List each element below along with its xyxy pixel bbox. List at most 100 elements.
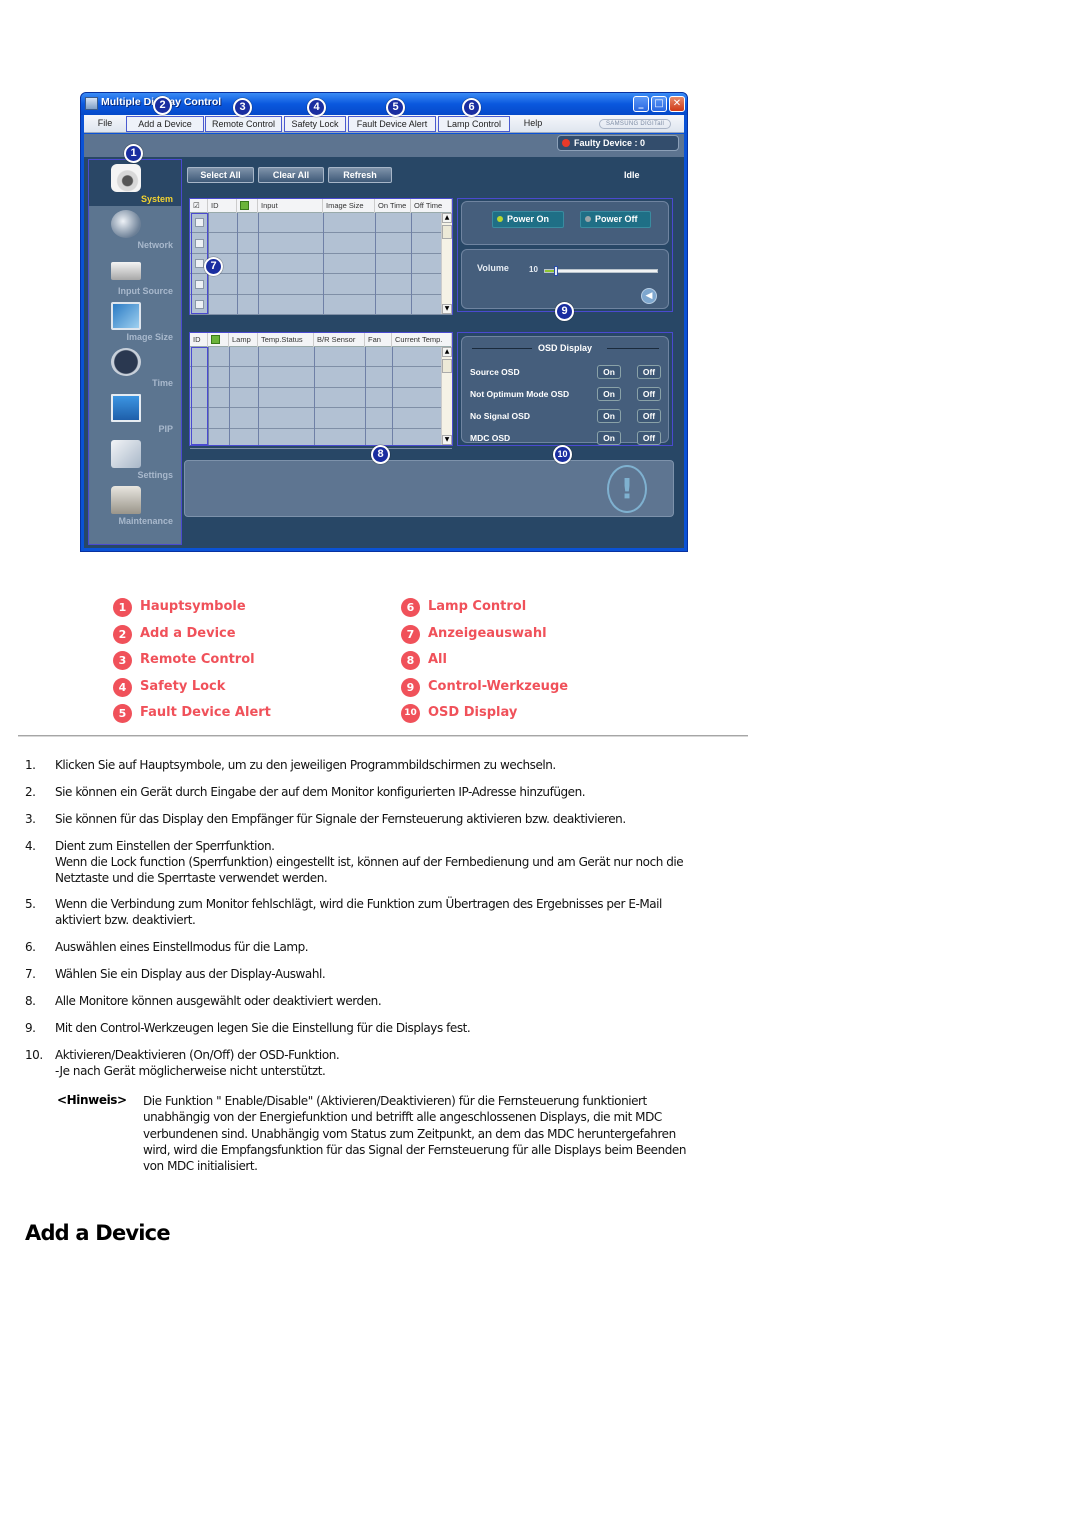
scroll-thumb[interactable] — [442, 359, 452, 373]
sidebar-item-pip[interactable]: PIP — [89, 390, 181, 436]
osd-row-label: MDC OSD — [470, 433, 511, 443]
select-all-checkbox[interactable]: ☑ — [190, 199, 208, 213]
menu-file[interactable]: File — [90, 116, 120, 132]
source-osd-on-button[interactable]: On — [597, 365, 621, 379]
legend-label: All — [428, 652, 447, 668]
menu-lamp-control[interactable]: Lamp Control — [438, 116, 510, 132]
legend-number-badge: 6 — [401, 598, 420, 617]
sidebar-label: Settings — [137, 470, 173, 480]
maximize-button[interactable]: □ — [651, 96, 667, 112]
mdc-osd-on-button[interactable]: On — [597, 431, 621, 445]
grid-column-line — [365, 347, 366, 445]
legend-number-badge: 10 — [401, 704, 420, 724]
refresh-button[interactable]: Refresh — [328, 167, 392, 183]
callout-7: 7 — [204, 257, 223, 276]
callout-8: 8 — [371, 445, 390, 464]
clear-all-button[interactable]: Clear All — [258, 167, 324, 183]
step-line: Aktivieren/Deaktivieren (On/Off) der OSD… — [55, 1048, 340, 1062]
grid-column-line — [237, 213, 238, 314]
volume-thumb[interactable] — [554, 266, 559, 276]
step-text: Wählen Sie ein Display aus der Display-A… — [55, 966, 755, 982]
app-icon — [85, 97, 98, 110]
sidebar-item-settings[interactable]: Settings — [89, 436, 181, 482]
legend-number-badge: 9 — [401, 677, 420, 697]
callout-3: 3 — [233, 98, 252, 117]
menu-add-a-device[interactable]: Add a Device — [126, 116, 204, 132]
message-area: ! — [184, 460, 674, 517]
table-row[interactable] — [190, 213, 452, 233]
note-line: Die Funktion " Enable/Disable" (Aktivier… — [143, 1094, 647, 1108]
step-number: 1. — [25, 758, 36, 772]
table-row[interactable] — [190, 234, 452, 254]
osd-subpanel: OSD Display Source OSD On Off Not Optimu… — [461, 336, 669, 445]
minimize-button[interactable]: _ — [633, 96, 649, 112]
step-text: Dient zum Einstellen der Sperrfunktion. W… — [55, 838, 755, 886]
step-text: Auswählen eines Einstellmodus für die La… — [55, 939, 755, 955]
step-number: 5. — [25, 897, 36, 911]
select-all-button[interactable]: Select All — [187, 167, 254, 183]
power-on-label: Power On — [507, 214, 550, 224]
power-off-button[interactable]: Power Off — [580, 211, 651, 228]
callout-5: 5 — [386, 98, 405, 117]
table-row[interactable] — [190, 275, 452, 295]
sidebar-label: System — [140, 194, 173, 204]
volume-value: 10 — [529, 265, 538, 274]
menu-safety-lock[interactable]: Safety Lock — [284, 116, 346, 132]
step-line: Wählen Sie ein Display aus der Display-A… — [55, 967, 326, 981]
scroll-down-icon[interactable]: ▼ — [442, 435, 452, 445]
source-osd-off-button[interactable]: Off — [637, 365, 661, 379]
clock-icon — [111, 348, 141, 376]
step-line: Mit den Control-Werkzeugen legen Sie die… — [55, 1021, 471, 1035]
grid-column-line — [258, 213, 259, 314]
not-optimum-osd-on-button[interactable]: On — [597, 387, 621, 401]
close-button[interactable]: ✕ — [669, 96, 685, 112]
not-optimum-osd-off-button[interactable]: Off — [637, 387, 661, 401]
scrollbar[interactable]: ▲ ▼ — [441, 213, 452, 314]
step-line: Sie können für das Display den Empfänger… — [55, 812, 626, 826]
scrollbar[interactable]: ▲ ▼ — [441, 347, 452, 445]
sidebar-item-time[interactable]: Time — [89, 344, 181, 390]
scroll-down-icon[interactable]: ▼ — [442, 304, 452, 314]
menu-help[interactable]: Help — [518, 116, 548, 132]
grid-column-line — [323, 213, 324, 314]
scroll-up-icon[interactable]: ▲ — [442, 213, 452, 223]
step-text: Aktivieren/Deaktivieren (On/Off) der OSD… — [55, 1047, 755, 1079]
speaker-icon[interactable]: ◀ — [641, 288, 657, 304]
legend-number-badge: 8 — [401, 651, 420, 671]
volume-slider[interactable] — [544, 266, 658, 276]
legend-label: Safety Lock — [140, 678, 226, 694]
volume-label: Volume — [477, 263, 509, 273]
grid-column-line — [208, 347, 209, 445]
sidebar-item-input-source[interactable]: Input Source — [89, 252, 181, 298]
sidebar-item-maintenance[interactable]: Maintenance — [89, 482, 181, 528]
power-on-button[interactable]: Power On — [492, 211, 564, 228]
sidebar-item-image-size[interactable]: Image Size — [89, 298, 181, 344]
grid-column-line — [375, 213, 376, 314]
col-lamp: Lamp — [229, 333, 258, 347]
table-row[interactable] — [190, 295, 452, 315]
sidebar-item-system[interactable]: System — [89, 160, 181, 206]
joystick-icon — [111, 486, 141, 514]
note-line: von MDC initialisiert. — [143, 1159, 258, 1174]
power-panel: Power On Power Off — [461, 201, 669, 245]
scroll-up-icon[interactable]: ▲ — [442, 347, 452, 357]
col-power — [237, 199, 258, 213]
callout-10: 10 — [553, 445, 572, 464]
grid-column-line — [229, 347, 230, 445]
input-box-icon — [111, 262, 141, 280]
sidebar-item-network[interactable]: Network — [89, 206, 181, 252]
no-signal-osd-off-button[interactable]: Off — [637, 409, 661, 423]
mdc-osd-off-button[interactable]: Off — [637, 431, 661, 445]
step-text: Sie können für das Display den Empfänger… — [55, 811, 755, 827]
power-icon — [240, 201, 249, 210]
table-row[interactable] — [190, 254, 452, 274]
menu-fault-device-alert[interactable]: Fault Device Alert — [348, 116, 436, 132]
pip-screen-icon — [111, 394, 141, 422]
grid-header: ☑ ID Input Image Size On Time Off Time — [190, 199, 452, 213]
step-text: Wenn die Verbindung zum Monitor fehlschl… — [55, 896, 755, 928]
osd-display-panel: OSD Display Source OSD On Off Not Optimu… — [457, 332, 673, 446]
no-signal-osd-on-button[interactable]: On — [597, 409, 621, 423]
grid-header: ID Lamp Temp.Status B/R Sensor Fan Curre… — [190, 333, 452, 347]
menu-remote-control[interactable]: Remote Control — [205, 116, 282, 132]
scroll-thumb[interactable] — [442, 225, 452, 239]
